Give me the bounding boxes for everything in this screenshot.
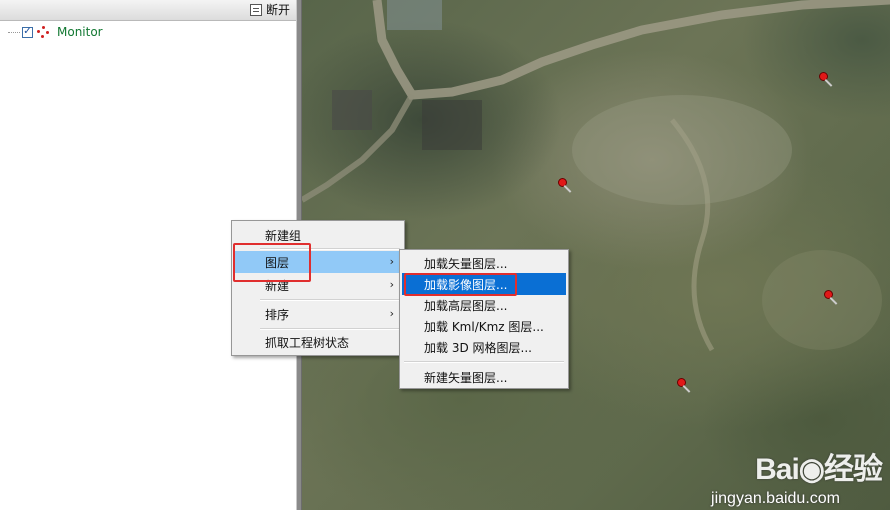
menu-item-label: 新建组 — [265, 228, 302, 243]
tree-toolbar: 断开 — [0, 0, 296, 21]
submenu-item-label: 加载矢量图层... — [424, 256, 508, 271]
submenu-item-load-kml[interactable]: 加载 Kml/Kmz 图层... — [402, 315, 566, 337]
submenu-arrow-icon: › — [389, 255, 394, 268]
menu-item-label: 排序 — [265, 307, 290, 322]
annotation-box-load-image — [404, 273, 517, 296]
annotation-box-layer — [233, 243, 311, 282]
tree-node-icon — [37, 26, 51, 38]
tree-connector — [8, 31, 20, 33]
submenu-item-new-vector[interactable]: 新建矢量图层... — [402, 366, 566, 388]
tree-node-monitor[interactable]: ✓ Monitor — [8, 25, 103, 39]
menu-separator — [260, 299, 400, 301]
submenu-item-label: 新建矢量图层... — [424, 370, 508, 385]
submenu-item-label: 加载 3D 网格图层... — [424, 340, 532, 355]
map-pin-icon[interactable] — [558, 178, 574, 194]
tree-node-label: Monitor — [57, 25, 103, 39]
submenu-item-load-elevation[interactable]: 加载高层图层... — [402, 294, 566, 316]
submenu-item-load-vector[interactable]: 加载矢量图层... — [402, 252, 566, 274]
table-icon — [249, 3, 262, 16]
submenu-item-label: 加载 Kml/Kmz 图层... — [424, 319, 544, 334]
menu-item-sort[interactable]: 排序 › — [234, 303, 402, 325]
menu-item-capture-tree-state[interactable]: 抓取工程树状态 — [234, 331, 402, 353]
disconnect-label: 断开 — [265, 3, 290, 17]
disconnect-button[interactable]: 断开 — [249, 1, 290, 18]
submenu-arrow-icon: › — [389, 278, 394, 291]
menu-item-label: 抓取工程树状态 — [265, 335, 350, 350]
watermark-url: jingyan.baidu.com — [711, 490, 840, 507]
watermark-logo: Bai◉经验 — [755, 453, 883, 486]
map-pin-icon[interactable] — [677, 378, 693, 394]
context-menu: 新建组 图层 › 新建 › 排序 › 抓取工程树状态 — [231, 220, 405, 356]
layer-checkbox[interactable]: ✓ — [22, 26, 33, 38]
submenu-item-label: 加载高层图层... — [424, 298, 508, 313]
map-pin-icon[interactable] — [824, 290, 840, 306]
menu-separator — [260, 328, 400, 330]
submenu-arrow-icon: › — [389, 307, 394, 320]
menu-separator — [404, 361, 564, 363]
submenu-item-load-3d-mesh[interactable]: 加载 3D 网格图层... — [402, 336, 566, 358]
map-pin-icon[interactable] — [819, 72, 835, 88]
layer-submenu: 加载矢量图层... 加载影像图层... 加载高层图层... 加载 Kml/Kmz… — [399, 249, 569, 389]
